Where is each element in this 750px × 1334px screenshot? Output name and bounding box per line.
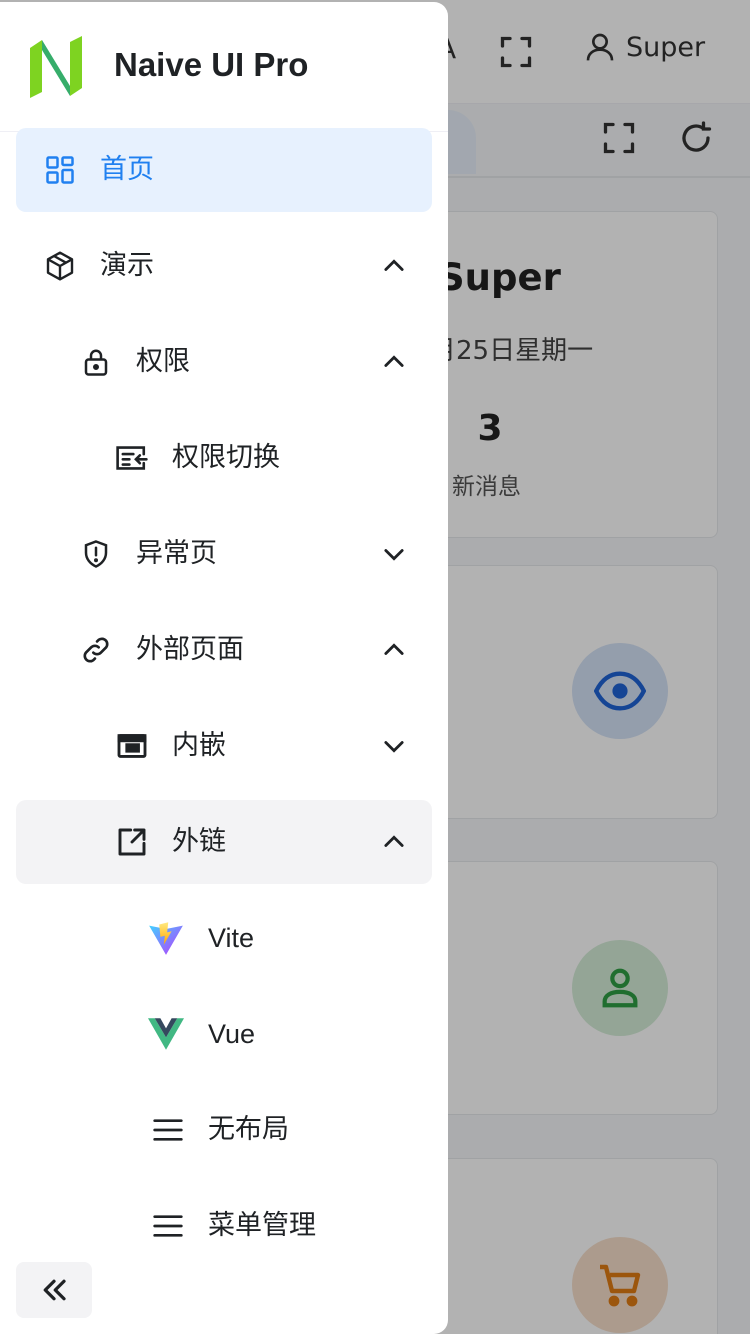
menu-label: 首页 [100,154,154,185]
menu-label: 外部页面 [136,634,244,665]
chevron-up-icon [384,259,404,271]
grid-icon [42,152,78,188]
menu-label: Vite [208,923,255,953]
menu-item-menu-management[interactable]: 菜单管理 [16,1184,432,1268]
shield-alert-icon [78,536,114,572]
menu-label: 菜单管理 [208,1210,316,1241]
menu-item-permission[interactable]: 权限 [16,320,432,404]
external-link-icon [114,824,150,860]
chevron-up-icon [384,355,404,367]
menu-label: Vue [208,1019,256,1049]
menu-item-vite[interactable]: Vite [16,896,432,980]
chevron-down-icon [384,741,404,753]
menu-label: 内嵌 [172,730,226,761]
menu-label: 权限 [136,346,190,377]
app-title: Naive UI Pro [114,46,309,83]
menu-label: 演示 [100,250,154,281]
chevron-up-icon [384,643,404,655]
side-drawer: Naive UI Pro 首页 演示 权限 权限切换 异常页 外部页面 内嵌 外… [0,2,448,1334]
logo-area: Naive UI Pro [0,2,448,132]
menu-item-no-layout[interactable]: 无布局 [16,1088,432,1172]
chevron-up-icon [384,835,404,847]
menu-label: 外链 [172,826,226,857]
vite-logo-icon [148,920,184,956]
menu-item-exception[interactable]: 异常页 [16,512,432,596]
menu-item-external-links[interactable]: 外链 [16,800,432,884]
menu-item-demo[interactable]: 演示 [16,224,432,308]
lock-icon [78,344,114,380]
link-icon [78,632,114,668]
vue-logo-icon [148,1016,184,1052]
collapse-sidebar-button[interactable] [16,1262,92,1318]
naive-logo-icon [30,36,82,98]
menu-label: 权限切换 [172,442,280,473]
menu-item-embedded[interactable]: 内嵌 [16,704,432,788]
menu-label: 无布局 [208,1114,289,1145]
window-icon [114,728,150,764]
menu-item-external-pages[interactable]: 外部页面 [16,608,432,692]
menu-item-vue[interactable]: Vue [16,992,432,1076]
id-card-icon [114,440,150,476]
menu-item-permission-switch[interactable]: 权限切换 [16,416,432,500]
double-chevron-left-icon [43,1279,66,1301]
menu-lines-icon [150,1112,186,1148]
chevron-down-icon [384,549,404,561]
cube-icon [42,248,78,284]
menu-item-home[interactable]: 首页 [16,128,432,212]
menu-lines-icon [150,1208,186,1244]
menu-label: 异常页 [136,538,217,569]
